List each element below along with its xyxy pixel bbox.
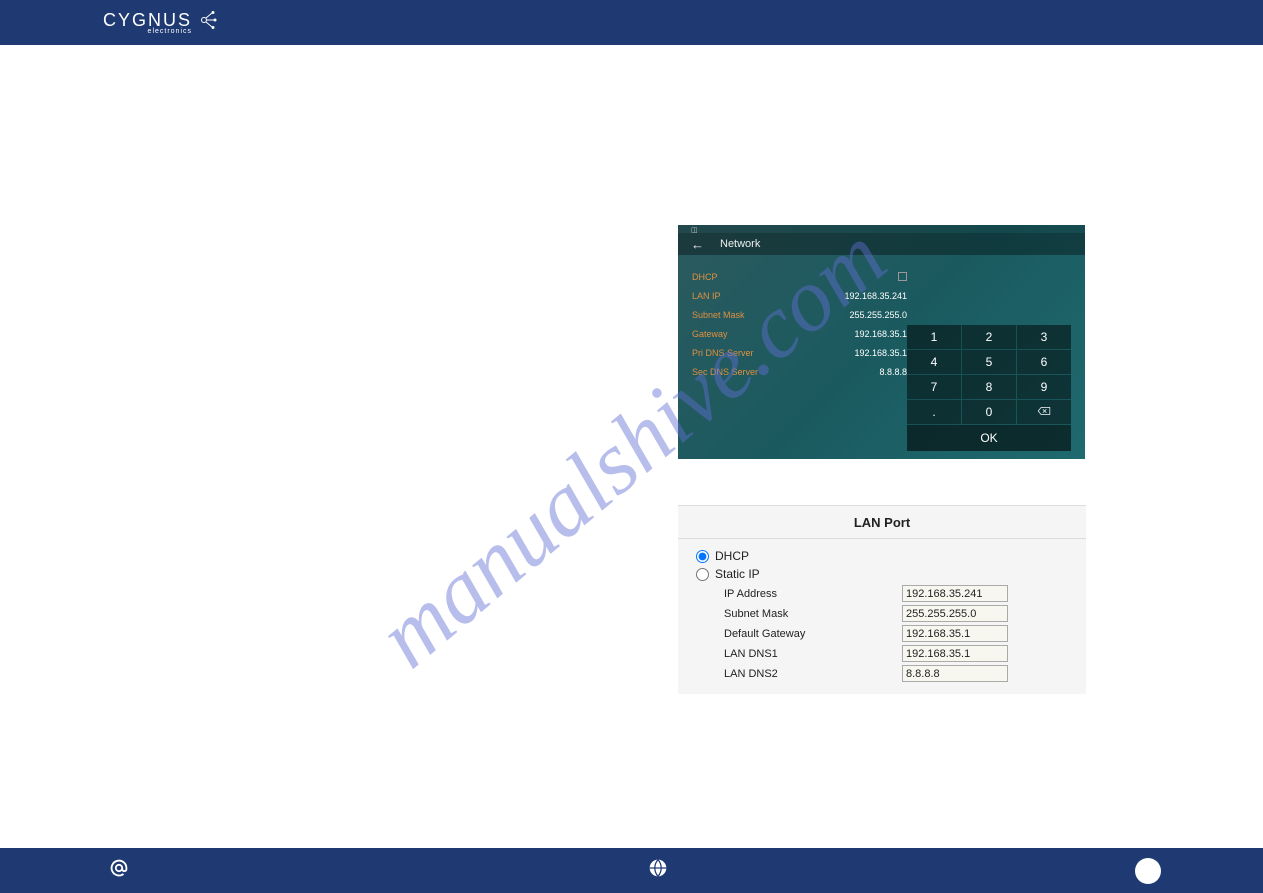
row-pridns[interactable]: Pri DNS Server 192.168.35.1 — [692, 343, 907, 362]
secdns-value: 8.8.8.8 — [879, 367, 907, 377]
brand-logo: CYGNUS electronics — [103, 9, 218, 36]
radio-static[interactable] — [696, 568, 709, 581]
network-body: DHCP LAN IP 192.168.35.241 Subnet Mask 2… — [678, 255, 1085, 381]
lanip-value: 192.168.35.241 — [844, 291, 907, 301]
window-icon: ◫ — [691, 226, 698, 234]
gateway-label: Gateway — [692, 329, 728, 339]
lan-port-body: DHCP Static IP IP Address Subnet Mask De… — [678, 539, 1086, 694]
subnet-mask-label: Subnet Mask — [724, 608, 902, 620]
footer-circle-button[interactable] — [1135, 858, 1161, 884]
row-dhcp: DHCP — [692, 267, 907, 286]
window-caption-bar: ◫ — [678, 225, 1085, 233]
page-content: manualshive.com ◫ ← Network DHCP LAN IP … — [0, 45, 1263, 848]
row-subnet[interactable]: Subnet Mask 255.255.255.0 — [692, 305, 907, 324]
globe-icon[interactable] — [648, 858, 668, 884]
secdns-label: Sec DNS Server — [692, 367, 758, 377]
dhcp-label: DHCP — [692, 272, 718, 282]
radio-static-label: Static IP — [715, 567, 760, 581]
pridns-label: Pri DNS Server — [692, 348, 754, 358]
pridns-value: 192.168.35.1 — [854, 348, 907, 358]
default-gateway-input[interactable] — [902, 625, 1008, 642]
lan-port-panel: LAN Port DHCP Static IP IP Address Subne… — [678, 505, 1086, 694]
key-0[interactable]: 0 — [962, 400, 1016, 424]
lan-dns2-label: LAN DNS2 — [724, 668, 902, 680]
lan-dns1-input[interactable] — [902, 645, 1008, 662]
key-3[interactable]: 3 — [1017, 325, 1071, 349]
lanip-label: LAN IP — [692, 291, 721, 301]
row-gateway[interactable]: Gateway 192.168.35.1 — [692, 324, 907, 343]
field-ip-row: IP Address — [724, 585, 1068, 602]
radio-static-row[interactable]: Static IP — [696, 567, 1068, 581]
ip-address-label: IP Address — [724, 588, 902, 600]
gateway-value: 192.168.35.1 — [854, 329, 907, 339]
key-8[interactable]: 8 — [962, 375, 1016, 399]
key-1[interactable]: 1 — [907, 325, 961, 349]
key-7[interactable]: 7 — [907, 375, 961, 399]
footer-bar — [0, 848, 1263, 893]
back-arrow-icon[interactable]: ← — [691, 237, 704, 252]
backspace-icon — [1037, 405, 1051, 419]
lan-dns2-input[interactable] — [902, 665, 1008, 682]
key-dot[interactable]: . — [907, 400, 961, 424]
field-subnet-row: Subnet Mask — [724, 605, 1068, 622]
network-fields: DHCP LAN IP 192.168.35.241 Subnet Mask 2… — [692, 267, 907, 381]
radio-dhcp-label: DHCP — [715, 549, 749, 563]
key-4[interactable]: 4 — [907, 350, 961, 374]
field-gateway-row: Default Gateway — [724, 625, 1068, 642]
top-bar: CYGNUS electronics — [0, 0, 1263, 45]
subnet-mask-input[interactable] — [902, 605, 1008, 622]
field-dns1-row: LAN DNS1 — [724, 645, 1068, 662]
numeric-keypad: 1 2 3 4 5 6 7 8 9 . 0 OK — [907, 325, 1071, 451]
key-backspace[interactable] — [1017, 400, 1071, 424]
network-title-bar: ← Network — [678, 233, 1085, 255]
key-5[interactable]: 5 — [962, 350, 1016, 374]
default-gateway-label: Default Gateway — [724, 628, 902, 640]
lan-port-title: LAN Port — [678, 506, 1086, 539]
subnet-label: Subnet Mask — [692, 310, 745, 320]
lan-dns1-label: LAN DNS1 — [724, 648, 902, 660]
row-secdns[interactable]: Sec DNS Server 8.8.8.8 — [692, 362, 907, 381]
radio-dhcp[interactable] — [696, 550, 709, 563]
row-lanip[interactable]: LAN IP 192.168.35.241 — [692, 286, 907, 305]
dhcp-checkbox[interactable] — [898, 272, 907, 281]
key-2[interactable]: 2 — [962, 325, 1016, 349]
at-icon[interactable] — [108, 857, 130, 885]
key-6[interactable]: 6 — [1017, 350, 1071, 374]
field-dns2-row: LAN DNS2 — [724, 665, 1068, 682]
subnet-value: 255.255.255.0 — [849, 310, 907, 320]
key-9[interactable]: 9 — [1017, 375, 1071, 399]
logo-text: CYGNUS — [103, 10, 192, 30]
network-title: Network — [720, 238, 760, 250]
ip-address-input[interactable] — [902, 585, 1008, 602]
key-ok[interactable]: OK — [907, 425, 1071, 451]
radio-dhcp-row[interactable]: DHCP — [696, 549, 1068, 563]
network-settings-panel: ◫ ← Network DHCP LAN IP 192.168.35.241 S… — [678, 225, 1085, 459]
logo-icon — [196, 9, 218, 36]
logo-text-wrap: CYGNUS electronics — [103, 10, 192, 35]
